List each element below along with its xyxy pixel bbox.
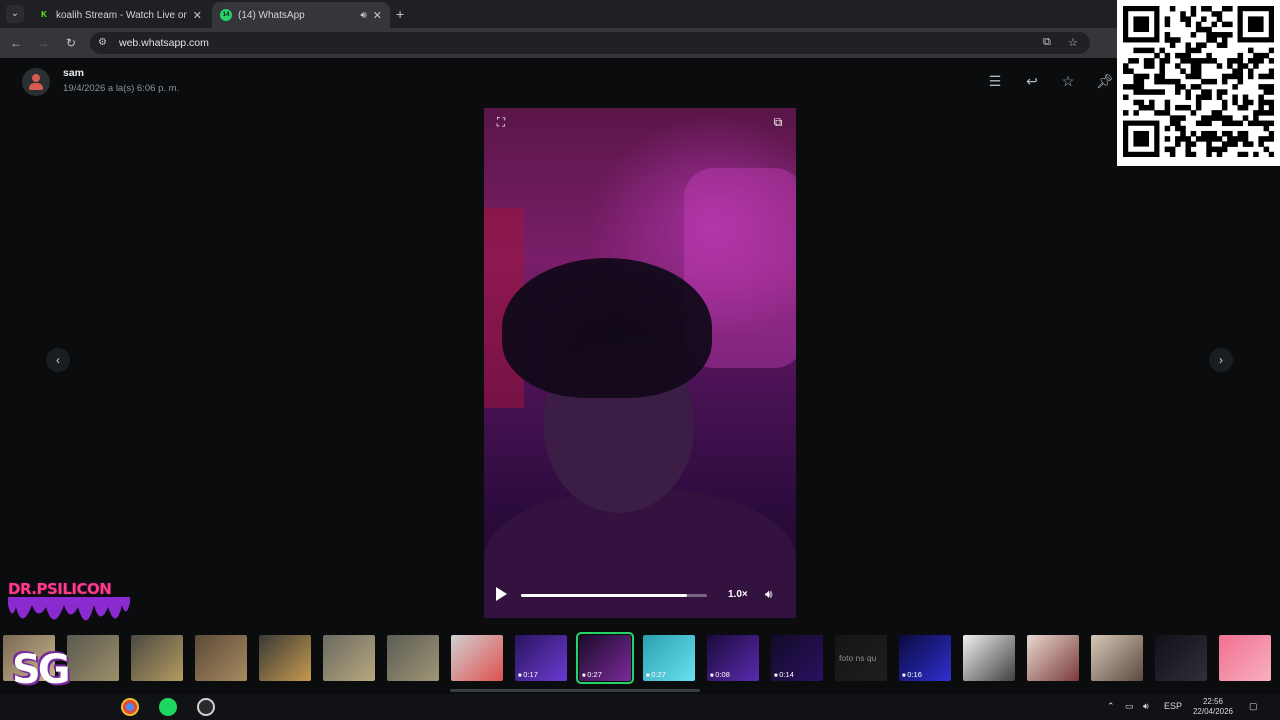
close-icon[interactable]: ✕ (373, 9, 382, 22)
speaker-icon[interactable]: 🔊︎ (360, 10, 366, 21)
back-icon[interactable]: ← (8, 35, 24, 51)
tab-whatsapp[interactable]: 14 (14) WhatsApp 🔊︎ ✕ (212, 2, 390, 28)
seek-bar[interactable] (521, 594, 707, 597)
volume-icon[interactable]: 🔊︎ (765, 587, 773, 602)
new-tab-icon[interactable]: + (396, 6, 404, 22)
media-thumbnail[interactable]: 0:14 (771, 635, 823, 681)
media-viewer: sam 19/4/2026 a la(s) 6:06 p. m. ☰ ↩ ☆ 📌… (0, 58, 1280, 688)
address-bar[interactable]: ⚙ web.whatsapp.com ⧉ ☆ (90, 32, 1090, 54)
avatar (22, 68, 50, 96)
speaker-icon[interactable]: 🔊︎ (1143, 701, 1149, 712)
playback-speed-button[interactable]: 1.0× (728, 589, 748, 600)
bookmark-star-icon[interactable]: ☆ (1068, 36, 1078, 49)
media-thumbnail[interactable]: 0:27 (576, 632, 634, 684)
channel-badge: SG (12, 647, 71, 693)
media-thumbnail[interactable] (1027, 635, 1079, 681)
media-thumbnail-strip: 0:17 0:27 0:27 0:08 0:14 foto ns qu 0:16 (0, 632, 1280, 684)
kick-icon: K (38, 9, 50, 21)
media-thumbnail[interactable] (1155, 635, 1207, 681)
play-icon[interactable] (494, 587, 508, 601)
seek-bar-progress (521, 594, 687, 597)
media-thumbnail[interactable]: 0:17 (515, 635, 567, 681)
forward-icon[interactable]: → (35, 35, 51, 51)
star-icon[interactable]: ☆ (1059, 72, 1077, 90)
tab-title: (14) WhatsApp (238, 9, 305, 21)
network-icon[interactable]: ▭ (1125, 701, 1134, 712)
media-thumbnail[interactable] (1219, 635, 1271, 681)
media-thumbnail[interactable]: 0:27 (643, 635, 695, 681)
media-thumbnail[interactable] (131, 635, 183, 681)
media-thumbnail[interactable] (323, 635, 375, 681)
video-controls: 1.0× 🔊︎ (484, 584, 796, 608)
chevron-left-icon: ‹ (56, 353, 60, 367)
video-duration: 0:14 (774, 670, 794, 679)
url-text: web.whatsapp.com (119, 37, 209, 49)
media-thumbnail[interactable] (387, 635, 439, 681)
media-thumbnail[interactable] (195, 635, 247, 681)
install-app-icon[interactable]: ⧉ (1043, 36, 1051, 49)
message-timestamp: 19/4/2026 a la(s) 6:06 p. m. (63, 83, 180, 94)
language-indicator[interactable]: ESP (1164, 701, 1182, 711)
sender-name: sam (63, 67, 85, 79)
tab-title: koalih Stream - Watch Live on K (56, 9, 187, 21)
pin-icon[interactable]: 📌︎ (1096, 72, 1114, 90)
media-thumbnail[interactable] (67, 635, 119, 681)
fullscreen-icon[interactable]: ⛶ (493, 114, 509, 130)
thumbnail-scrollbar[interactable] (450, 689, 700, 692)
tab-search-chevron-icon[interactable]: ⌄ (6, 5, 24, 23)
browser-tab-strip: ⌄ K koalih Stream - Watch Live on K ✕ 14… (0, 0, 1280, 28)
media-thumbnail[interactable] (451, 635, 503, 681)
clock-date: 22/04/2026 (1192, 707, 1234, 716)
previous-media-button[interactable]: ‹ (46, 348, 70, 372)
clock-time: 22:56 (1202, 697, 1224, 706)
windows-taskbar: ⌃ ▭ 🔊︎ ESP 22:56 22/04/2026 ▢ (0, 694, 1280, 720)
media-thumbnail[interactable] (963, 635, 1015, 681)
chevron-up-icon[interactable]: ⌃ (1107, 701, 1115, 712)
video-duration: 0:08 (710, 670, 730, 679)
close-icon[interactable]: ✕ (193, 9, 202, 22)
video-duration: 0:17 (518, 670, 538, 679)
media-thumbnail[interactable]: foto ns qu (835, 635, 887, 681)
media-thumbnail[interactable]: 0:08 (707, 635, 759, 681)
video-player[interactable]: ⛶ ⧉ (484, 108, 796, 618)
user-icon (32, 74, 40, 82)
notifications-icon[interactable]: ▢ (1249, 701, 1258, 712)
media-thumbnail[interactable]: 0:16 (899, 635, 951, 681)
qr-code (1117, 0, 1280, 166)
reply-icon[interactable]: ↩ (1023, 72, 1041, 90)
whatsapp-icon: 14 (220, 9, 232, 21)
video-duration: 0:16 (902, 670, 922, 679)
thumbnail-text: foto ns qu (839, 653, 877, 663)
video-duration: 0:27 (582, 670, 602, 679)
media-thumbnail[interactable] (259, 635, 311, 681)
chrome-icon[interactable] (121, 698, 139, 716)
go-to-message-icon[interactable]: ☰ (986, 72, 1004, 90)
system-clock[interactable]: 22:56 22/04/2026 (1186, 697, 1240, 717)
site-settings-icon[interactable]: ⚙ (98, 37, 107, 48)
obs-icon[interactable] (197, 698, 215, 716)
video-duration: 0:27 (646, 670, 666, 679)
picture-in-picture-icon[interactable]: ⧉ (770, 114, 786, 130)
reload-icon[interactable]: ↻ (63, 35, 79, 51)
tab-kick[interactable]: K koalih Stream - Watch Live on K ✕ (30, 2, 210, 28)
logo-drip-graphic (8, 597, 130, 621)
chevron-right-icon: › (1219, 353, 1223, 367)
next-media-button[interactable]: › (1209, 348, 1233, 372)
channel-logo: DR.PSILICON (8, 580, 112, 598)
spotify-icon[interactable] (159, 698, 177, 716)
browser-toolbar: ← → ↻ ⚙ web.whatsapp.com ⧉ ☆ (0, 28, 1280, 58)
media-thumbnail[interactable] (1091, 635, 1143, 681)
